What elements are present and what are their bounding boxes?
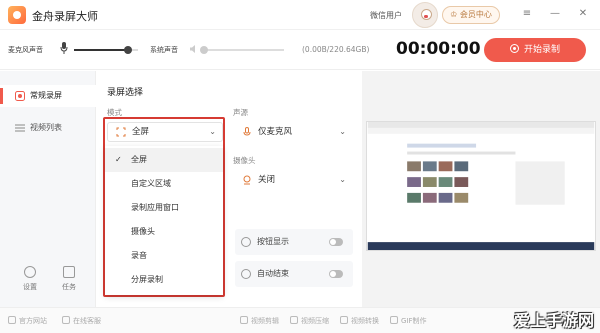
- member-center-label: 会员中心: [459, 10, 492, 19]
- watermark: 爱上手游网: [513, 311, 594, 330]
- list-icon: [15, 124, 25, 132]
- settings-label: 设置: [23, 283, 37, 291]
- settings-button[interactable]: 设置: [15, 266, 45, 292]
- footer-link-label: 官方网站: [19, 317, 47, 325]
- sidebar-item-label: 视频列表: [30, 123, 62, 132]
- minimize-icon[interactable]: —: [548, 7, 562, 21]
- gif-icon: [390, 316, 398, 324]
- member-center-button[interactable]: ♔ 会员中心: [442, 6, 500, 24]
- sidebar: 常规录屏 视频列表 设置 任务: [0, 71, 96, 307]
- camera-icon: [243, 175, 251, 185]
- record-bar: 麦克风声音 系统声音 (0.00B/220.64GB) 00:00:00 开始录…: [0, 30, 600, 70]
- check-icon: ✓: [115, 155, 122, 164]
- dropdown-option-fullscreen[interactable]: ✓ 全屏: [105, 148, 223, 172]
- preview-screenshot: [366, 121, 596, 251]
- chevron-down-icon: ⌄: [339, 127, 346, 136]
- video-convert-link[interactable]: 视频转换: [340, 316, 379, 326]
- dropdown-option-label: 录制应用窗口: [131, 203, 179, 212]
- sidebar-item-video-list[interactable]: 视频列表: [0, 117, 96, 139]
- task-icon: [63, 266, 75, 278]
- convert-icon: [340, 316, 348, 324]
- microphone-icon[interactable]: [60, 42, 68, 54]
- dropdown-option-custom-area[interactable]: 自定义区域: [105, 172, 223, 196]
- audio-source-value: 仅麦克风: [258, 127, 293, 137]
- sidebar-item-regular-record[interactable]: 常规录屏: [0, 85, 96, 107]
- auto-stop-toggle[interactable]: [329, 270, 343, 278]
- start-recording-button[interactable]: 开始录制: [484, 38, 586, 62]
- close-icon[interactable]: ✕: [576, 7, 590, 21]
- record-icon: [15, 91, 25, 101]
- menu-icon[interactable]: ≡: [520, 7, 534, 21]
- microphone-icon: [243, 127, 251, 136]
- video-edit-link[interactable]: 视频剪辑: [240, 316, 279, 326]
- speaker-icon[interactable]: [189, 44, 199, 54]
- home-icon: [8, 316, 16, 324]
- footer-link-label: 视频压缩: [301, 317, 329, 325]
- screen-preview: [362, 71, 600, 307]
- avatar[interactable]: [412, 2, 438, 28]
- video-edit-icon: [240, 316, 248, 324]
- footer-link-label: 在线客服: [73, 317, 101, 325]
- footer-link-label: GIF制作: [401, 317, 427, 325]
- audio-source-select[interactable]: 仅麦克风 ⌄: [233, 122, 353, 142]
- dropdown-option-app-window[interactable]: 录制应用窗口: [105, 196, 223, 220]
- dropdown-option-label: 自定义区域: [131, 179, 171, 188]
- crown-icon: ♔: [450, 10, 460, 19]
- dropdown-option-audio[interactable]: 录音: [105, 244, 223, 268]
- mic-volume-fill: [74, 49, 129, 51]
- app-title: 金舟录屏大师: [32, 10, 98, 23]
- audio-source-label: 声源: [233, 108, 248, 117]
- dropdown-option-label: 全屏: [131, 155, 147, 164]
- chevron-down-icon: ⌄: [339, 175, 346, 184]
- footer-link-label: 视频剪辑: [251, 317, 279, 325]
- gif-make-link[interactable]: GIF制作: [390, 316, 427, 326]
- show-button-label: 按钮显示: [257, 237, 289, 246]
- official-site-link[interactable]: 官方网站: [8, 316, 47, 326]
- storage-info: (0.00B/220.64GB): [302, 45, 370, 54]
- camera-value: 关闭: [258, 175, 276, 185]
- mode-dropdown: ✓ 全屏 自定义区域 录制应用窗口 摄像头 录音 分屏录制: [105, 146, 223, 295]
- system-volume-label: 系统声音: [150, 46, 178, 54]
- auto-stop-label: 自动结束: [257, 269, 289, 278]
- support-icon: [62, 316, 70, 324]
- footer-link-label: 视频转换: [351, 317, 379, 325]
- clock-icon: [241, 269, 251, 279]
- compress-icon: [290, 316, 298, 324]
- auto-stop-toggle-row: 自动结束: [235, 261, 353, 287]
- mic-volume-label: 麦克风声音: [8, 46, 43, 54]
- camera-label: 摄像头: [233, 156, 256, 165]
- dropdown-option-label: 录音: [131, 251, 147, 260]
- dropdown-option-camera[interactable]: 摄像头: [105, 220, 223, 244]
- section-title: 录屏选择: [107, 88, 144, 98]
- gear-icon: [24, 266, 36, 278]
- mic-volume-slider[interactable]: [74, 46, 138, 54]
- tasks-button[interactable]: 任务: [54, 266, 84, 292]
- dropdown-option-label: 摄像头: [131, 227, 155, 236]
- camera-select[interactable]: 关闭 ⌄: [233, 170, 353, 190]
- footer-bar: 官方网站 在线客服 视频剪辑 视频压缩 视频转换 GIF制作 爱上手游网: [0, 307, 600, 333]
- show-button-toggle-row: 按钮显示: [235, 229, 353, 255]
- record-timer: 00:00:00: [396, 39, 481, 59]
- sidebar-item-label: 常规录屏: [30, 91, 62, 100]
- system-volume-slider[interactable]: [200, 46, 284, 54]
- system-volume-knob[interactable]: [200, 46, 208, 54]
- tasks-label: 任务: [62, 283, 76, 291]
- record-dot-icon: [509, 44, 519, 53]
- dropdown-option-split-screen[interactable]: 分屏录制: [105, 268, 223, 292]
- app-logo-icon: [8, 6, 26, 24]
- show-button-toggle[interactable]: [329, 238, 343, 246]
- user-name[interactable]: 微信用户: [370, 10, 402, 21]
- title-bar: 金舟录屏大师 微信用户 ♔ 会员中心 ≡ — ✕: [0, 0, 600, 30]
- mic-volume-knob[interactable]: [124, 46, 133, 54]
- start-recording-label: 开始录制: [523, 45, 560, 55]
- dropdown-option-label: 分屏录制: [131, 275, 163, 284]
- video-compress-link[interactable]: 视频压缩: [290, 316, 329, 326]
- display-icon: [241, 237, 251, 247]
- online-support-link[interactable]: 在线客服: [62, 316, 101, 326]
